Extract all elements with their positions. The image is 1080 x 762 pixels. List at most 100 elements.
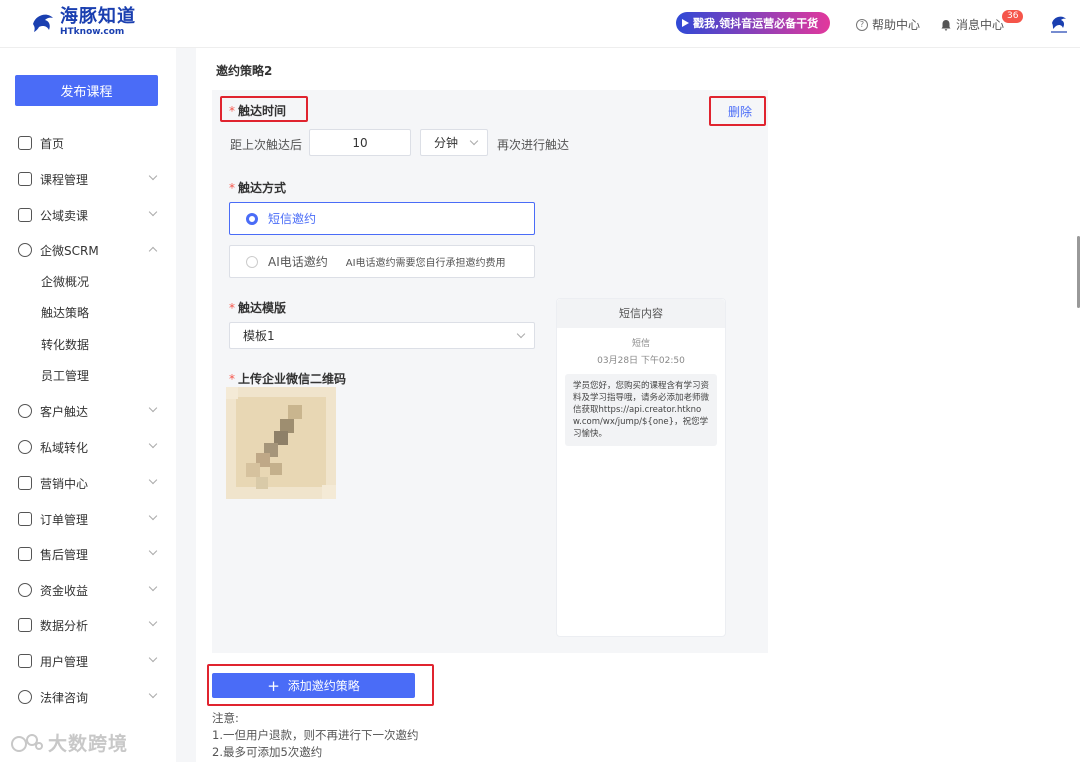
sidebar-item-course[interactable]: 课程管理 [18,169,168,189]
marketing-icon [18,476,32,490]
watermark-logo-icon [11,733,43,752]
radio-unchecked-icon [246,255,258,268]
help-label: 帮助中心 [872,18,921,32]
chevron-down-icon [148,403,158,413]
message-count-badge: 36 [1002,10,1024,23]
sidebar-sub-item-overview[interactable]: 企微概况 [41,273,89,290]
sidebar-item-aftersale[interactable]: 售后管理 [18,544,168,564]
note-title: 注意: [212,711,239,725]
chevron-down-icon [148,653,158,663]
sidebar-item-label: 首页 [40,136,65,151]
sidebar-sub-item-reach-strategy[interactable]: 触达策略 [41,304,89,321]
help-center-link[interactable]: ? 帮助中心 [856,16,920,33]
qr-upload-label: * 上传企业微信二维码 [229,372,347,386]
bell-icon [941,19,951,30]
play-icon [682,19,689,27]
chevron-down-icon [148,511,158,521]
promo-banner[interactable]: 戳我,领抖音运营必备干货 [676,12,830,34]
scrm-icon [18,243,32,257]
data-icon [18,618,32,632]
promo-text: 戳我,领抖音运营必备干货 [693,17,819,30]
logo-cn-text: 海豚知道 [60,6,136,27]
chevron-down-icon [148,475,158,485]
radio-checked-icon [246,212,258,225]
sidebar-item-label: 公域卖课 [40,208,89,223]
sidebar-item-order[interactable]: 订单管理 [18,509,168,529]
sidebar-item-funds[interactable]: 资金收益 [18,580,168,600]
sidebar: 发布课程 首页 课程管理 公域卖课 企微SCRM 企微概况 触达策略 转化数据 … [0,48,176,762]
sidebar-item-label: 课程管理 [40,172,89,187]
sms-preview-title: 短信内容 [557,299,725,328]
radio-ai-phone-invite[interactable]: AI电话邀约 AI电话邀约需要您自行承担邀约费用 [229,245,535,278]
messages-label: 消息中心 [956,18,1005,32]
sms-preview-card: 短信内容 短信 03月28日 下午02:50 学员您好，您购买的课程含有学习资料… [556,298,726,637]
publish-course-button[interactable]: 发布课程 [15,75,158,106]
sidebar-sub-item-staff[interactable]: 员工管理 [41,367,89,384]
unit-select[interactable]: 分钟 [420,129,488,156]
sidebar-item-label: 私域转化 [40,440,89,455]
sidebar-item-scrm[interactable]: 企微SCRM [18,240,168,260]
sidebar-item-label: 企微SCRM [40,243,99,258]
chevron-down-icon [148,617,158,627]
chevron-up-icon [148,246,158,256]
sidebar-item-label: 售后管理 [40,547,89,562]
sidebar-item-data[interactable]: 数据分析 [18,615,168,635]
radio-sms-invite[interactable]: 短信邀约 [229,202,535,235]
interval-input[interactable]: 10 [309,129,411,156]
required-asterisk: * [229,372,235,386]
reach-icon [18,404,32,418]
sms-sender: 短信 [631,339,650,349]
template-select[interactable]: 模板1 [229,322,535,349]
reach-method-label: * 触达方式 [229,181,287,195]
highlight-box-reach-time [220,96,308,122]
chevron-down-icon [148,689,158,699]
chevron-down-icon [148,546,158,556]
reach-time-suffix: 再次进行触达 [497,138,570,152]
sidebar-item-legal[interactable]: 法律咨询 [18,687,168,707]
sidebar-item-label: 客户触达 [40,404,89,419]
chevron-down-icon [148,171,158,181]
sidebar-item-home[interactable]: 首页 [18,133,168,153]
sms-time: 03月28日 下午02:50 [597,356,685,366]
sidebar-item-label: 数据分析 [40,618,89,633]
sidebar-item-public-sale[interactable]: 公域卖课 [18,205,168,225]
chevron-down-icon [516,329,526,339]
user-icon [18,654,32,668]
logo[interactable]: 海豚知道 HTknow.com [30,8,136,37]
chevron-down-icon [148,439,158,449]
funds-icon [18,583,32,597]
order-icon [18,512,32,526]
message-center-link[interactable]: 消息中心 [940,16,1004,33]
chevron-down-icon [469,136,479,146]
sidebar-item-label: 营销中心 [40,476,89,491]
reach-time-prefix: 距上次触达后 [230,138,303,152]
required-asterisk: * [229,301,235,315]
legal-icon [18,690,32,704]
note-line-2: 2.最多可添加5次邀约 [212,745,323,759]
avatar[interactable] [1048,12,1070,36]
sidebar-item-label: 用户管理 [40,654,89,669]
section-title: 邀约策略2 [216,64,273,78]
watermark: 大数跨境 [10,729,128,756]
private-icon [18,440,32,454]
qr-code-image[interactable] [226,387,336,499]
highlight-box-delete [709,96,766,126]
highlight-box-add-button [207,664,434,706]
sidebar-item-reach[interactable]: 客户触达 [18,401,168,421]
main-content: 邀约策略2 * 触达时间 删除 距上次触达后 10 分钟 再次进行触达 * 触达方式… [196,48,1080,762]
dolphin-logo-icon [33,14,53,32]
top-header: 海豚知道 HTknow.com 戳我,领抖音运营必备干货 ? 帮助中心 消息中心… [0,0,1080,48]
note-line-1: 1.一但用户退款，则不再进行下一次邀约 [212,728,419,742]
sidebar-item-label: 订单管理 [40,512,89,527]
sidebar-item-user[interactable]: 用户管理 [18,651,168,671]
public-sale-icon [18,208,32,222]
sidebar-item-private[interactable]: 私域转化 [18,437,168,457]
sidebar-item-marketing[interactable]: 营销中心 [18,473,168,493]
template-label: * 触达模版 [229,301,287,315]
sidebar-item-label: 资金收益 [40,583,89,598]
sms-message-bubble: 学员您好，您购买的课程含有学习资料及学习指导哦，请务必添加老师微信获取https… [565,374,717,446]
chevron-down-icon [148,582,158,592]
sidebar-sub-item-conversion-data[interactable]: 转化数据 [41,336,89,353]
required-asterisk: * [229,181,235,195]
logo-en-text: HTknow.com [60,27,125,37]
